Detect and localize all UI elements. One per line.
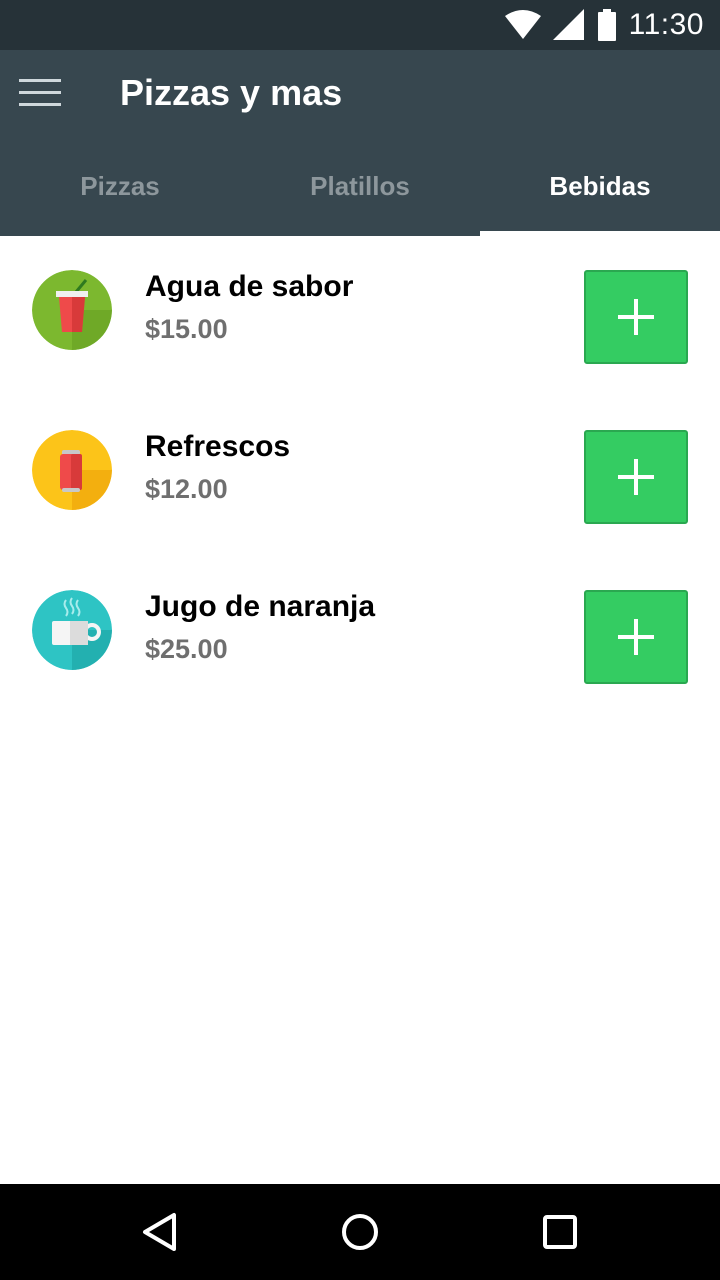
plus-icon — [618, 459, 654, 495]
tab-label: Platillos — [310, 170, 410, 201]
signal-icon — [552, 9, 584, 40]
app-title: Pizzas y mas — [120, 72, 343, 113]
add-button[interactable] — [584, 590, 688, 684]
soda-can-icon — [32, 430, 112, 510]
plus-icon — [618, 299, 654, 335]
product-name: Refrescos — [145, 430, 291, 463]
add-button[interactable] — [584, 270, 688, 364]
list-item: Refrescos $12.00 — [0, 396, 720, 556]
status-bar: 11:30 — [0, 0, 720, 50]
hamburger-menu-icon — [19, 79, 61, 106]
recents-square-icon — [543, 1215, 577, 1249]
wifi-icon — [504, 10, 541, 39]
tab-label: Pizzas — [80, 170, 160, 201]
product-price: $15.00 — [145, 314, 228, 344]
product-name: Agua de sabor — [145, 270, 354, 303]
status-time: 11:30 — [628, 8, 704, 41]
home-circle-icon — [342, 1214, 378, 1250]
add-button[interactable] — [584, 430, 688, 524]
back-button[interactable] — [130, 1202, 190, 1262]
recents-button[interactable] — [530, 1202, 590, 1262]
back-triangle-icon — [143, 1213, 176, 1251]
tab-label: Bebidas — [549, 170, 651, 201]
product-list: Agua de sabor $15.00 Refrescos $12.00 Ju… — [0, 236, 720, 716]
battery-icon — [597, 9, 616, 41]
soda-cup-icon — [32, 270, 112, 350]
product-name: Jugo de naranja — [145, 590, 376, 623]
coffee-mug-icon — [32, 590, 112, 670]
product-price: $25.00 — [145, 634, 228, 664]
tab-bar: Pizzas Platillos Bebidas — [0, 136, 720, 236]
list-item: Agua de sabor $15.00 — [0, 236, 720, 396]
tab-pizzas[interactable]: Pizzas — [0, 136, 240, 236]
home-button[interactable] — [330, 1202, 390, 1262]
app-bar: Pizzas y mas — [0, 50, 720, 136]
list-item: Jugo de naranja $25.00 — [0, 556, 720, 716]
status-icons: 11:30 — [504, 0, 704, 50]
menu-button[interactable] — [10, 63, 70, 123]
product-price: $12.00 — [145, 474, 228, 504]
tab-bebidas[interactable]: Bebidas — [480, 136, 720, 236]
plus-icon — [618, 619, 654, 655]
tab-platillos[interactable]: Platillos — [240, 136, 480, 236]
navigation-bar — [0, 1184, 720, 1280]
